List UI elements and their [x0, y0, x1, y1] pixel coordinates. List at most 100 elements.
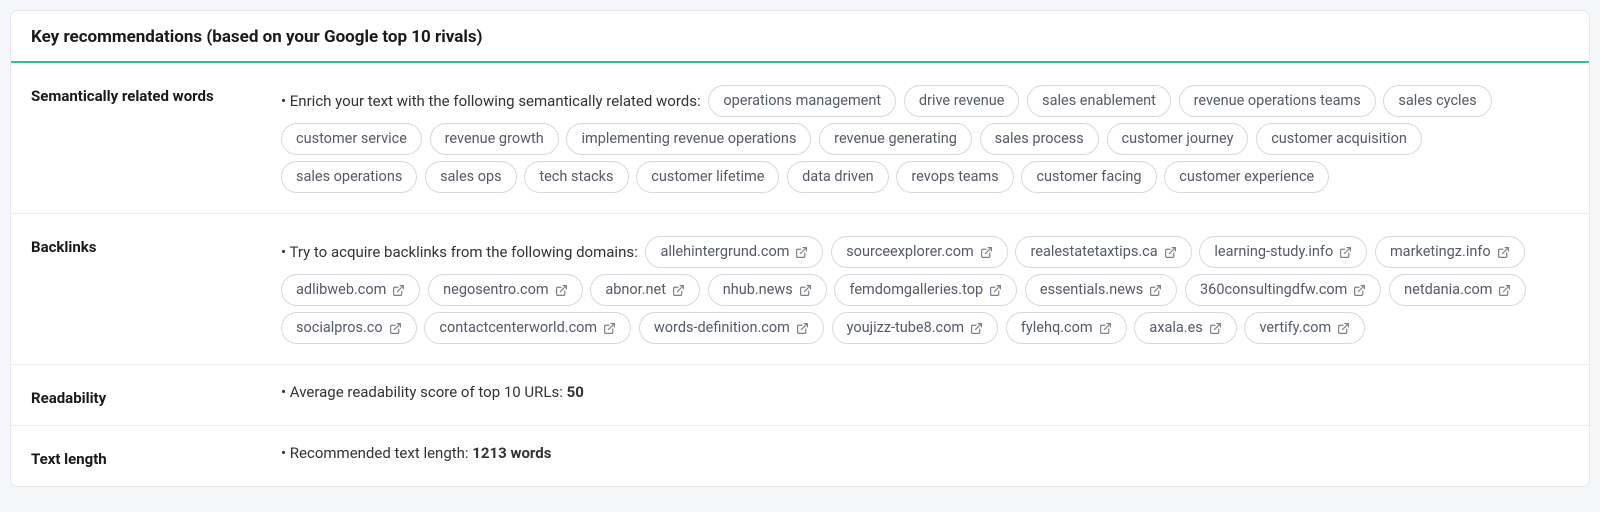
backlink-domain-pill[interactable]: fylehq.com	[1006, 312, 1127, 344]
backlink-domain-pill[interactable]: youjizz-tube8.com	[832, 312, 999, 344]
semantic-keyword-pill[interactable]: customer acquisition	[1256, 123, 1422, 155]
semantic-keyword-pill[interactable]: tech stacks	[524, 161, 628, 193]
backlink-domain-pill[interactable]: femdomgalleries.top	[834, 274, 1017, 306]
readability-prefix: • Average readability score of top 10 UR…	[281, 383, 567, 401]
backlink-domain-pill[interactable]: realestatetaxtips.ca	[1015, 236, 1191, 268]
backlink-domain-label: socialpros.co	[296, 318, 383, 338]
backlink-domain-pill[interactable]: axala.es	[1134, 312, 1236, 344]
external-link-icon	[1149, 284, 1162, 297]
backlink-domain-label: fylehq.com	[1021, 318, 1093, 338]
semantic-keyword-pill[interactable]: customer service	[281, 123, 422, 155]
semantic-keyword-pill[interactable]: revops teams	[896, 161, 1013, 193]
semantic-keyword-pill[interactable]: customer experience	[1164, 161, 1329, 193]
backlink-domain-label: negosentro.com	[443, 280, 548, 300]
section-content-backlinks: • Try to acquire backlinks from the foll…	[281, 232, 1569, 346]
backlink-domain-label: allehintergrund.com	[660, 242, 789, 262]
external-link-icon	[795, 246, 808, 259]
external-link-icon	[989, 284, 1002, 297]
backlink-domain-label: nhub.news	[723, 280, 793, 300]
backlink-domain-pill[interactable]: socialpros.co	[281, 312, 417, 344]
section-label-semantic: Semantically related words	[31, 81, 281, 195]
backlink-domain-label: abnor.net	[605, 280, 666, 300]
backlink-domain-pill[interactable]: adlibweb.com	[281, 274, 420, 306]
semantic-keyword-pill[interactable]: sales enablement	[1027, 85, 1171, 117]
card-title: Key recommendations (based on your Googl…	[31, 27, 1569, 47]
semantic-keyword-pill[interactable]: revenue growth	[430, 123, 559, 155]
backlink-domain-pill[interactable]: netdania.com	[1389, 274, 1526, 306]
semantic-keyword-pill[interactable]: implementing revenue operations	[566, 123, 811, 155]
backlink-domain-label: axala.es	[1149, 318, 1202, 338]
backlink-domain-pill[interactable]: allehintergrund.com	[645, 236, 823, 268]
backlink-domain-label: contactcenterworld.com	[439, 318, 597, 338]
backlink-domain-label: 360consultingdfw.com	[1200, 280, 1347, 300]
section-label-textlength: Text length	[31, 444, 281, 468]
backlinks-intro: • Try to acquire backlinks from the foll…	[281, 243, 638, 261]
external-link-icon	[970, 322, 983, 335]
semantic-keyword-pill[interactable]: customer journey	[1107, 123, 1249, 155]
external-link-icon	[603, 322, 616, 335]
backlink-domain-label: netdania.com	[1404, 280, 1492, 300]
backlink-domain-label: youjizz-tube8.com	[847, 318, 965, 338]
external-link-icon	[389, 322, 402, 335]
semantic-keyword-pill[interactable]: operations management	[708, 85, 896, 117]
section-label-backlinks: Backlinks	[31, 232, 281, 346]
semantic-keyword-pill[interactable]: revenue operations teams	[1179, 85, 1376, 117]
backlink-domain-label: marketingz.info	[1390, 242, 1491, 262]
external-link-icon	[392, 284, 405, 297]
semantic-keyword-pill[interactable]: revenue generating	[819, 123, 972, 155]
textlength-prefix: • Recommended text length:	[281, 444, 472, 462]
backlink-domain-label: sourceexplorer.com	[846, 242, 974, 262]
external-link-icon	[1339, 246, 1352, 259]
backlink-domain-label: adlibweb.com	[296, 280, 386, 300]
backlink-domain-pill[interactable]: negosentro.com	[428, 274, 582, 306]
backlink-domain-label: vertify.com	[1259, 318, 1331, 338]
backlink-domain-pill[interactable]: learning-study.info	[1199, 236, 1367, 268]
backlink-domain-pill[interactable]: essentials.news	[1025, 274, 1177, 306]
semantic-intro: • Enrich your text with the following se…	[281, 92, 701, 110]
backlink-domain-pill[interactable]: vertify.com	[1244, 312, 1365, 344]
external-link-icon	[799, 284, 812, 297]
backlink-domain-pill[interactable]: abnor.net	[590, 274, 700, 306]
backlink-domain-label: words-definition.com	[654, 318, 790, 338]
semantic-keyword-pill[interactable]: customer lifetime	[636, 161, 779, 193]
backlink-domain-pill[interactable]: contactcenterworld.com	[424, 312, 631, 344]
backlink-domain-pill[interactable]: nhub.news	[708, 274, 827, 306]
section-backlinks: Backlinks • Try to acquire backlinks fro…	[11, 214, 1589, 365]
semantic-keyword-pill[interactable]: drive revenue	[904, 85, 1020, 117]
external-link-icon	[1164, 246, 1177, 259]
section-content-readability: • Average readability score of top 10 UR…	[281, 383, 1569, 407]
readability-value: 50	[567, 383, 584, 401]
external-link-icon	[1337, 322, 1350, 335]
semantic-keyword-pill[interactable]: sales operations	[281, 161, 417, 193]
semantic-keyword-pill[interactable]: sales cycles	[1383, 85, 1491, 117]
backlink-domain-pill[interactable]: 360consultingdfw.com	[1185, 274, 1381, 306]
external-link-icon	[1498, 284, 1511, 297]
semantic-keyword-pill[interactable]: customer facing	[1021, 161, 1156, 193]
section-textlength: Text length • Recommended text length: 1…	[11, 426, 1589, 486]
backlink-domain-label: learning-study.info	[1214, 242, 1333, 262]
backlink-domain-label: essentials.news	[1040, 280, 1143, 300]
section-semantic: Semantically related words • Enrich your…	[11, 63, 1589, 214]
section-label-readability: Readability	[31, 383, 281, 407]
external-link-icon	[1497, 246, 1510, 259]
backlink-domain-pill[interactable]: words-definition.com	[639, 312, 824, 344]
semantic-keyword-pill[interactable]: data driven	[787, 161, 889, 193]
backlink-domain-pill[interactable]: sourceexplorer.com	[831, 236, 1008, 268]
backlink-domain-label: femdomgalleries.top	[849, 280, 983, 300]
semantic-keyword-pill[interactable]: sales ops	[425, 161, 517, 193]
section-content-textlength: • Recommended text length: 1213 words	[281, 444, 1569, 468]
external-link-icon	[1209, 322, 1222, 335]
external-link-icon	[1099, 322, 1112, 335]
textlength-value: 1213 words	[472, 444, 551, 462]
external-link-icon	[672, 284, 685, 297]
external-link-icon	[980, 246, 993, 259]
backlink-domain-label: realestatetaxtips.ca	[1030, 242, 1157, 262]
external-link-icon	[796, 322, 809, 335]
section-readability: Readability • Average readability score …	[11, 365, 1589, 426]
external-link-icon	[1353, 284, 1366, 297]
external-link-icon	[555, 284, 568, 297]
card-header: Key recommendations (based on your Googl…	[11, 11, 1589, 63]
semantic-keyword-pill[interactable]: sales process	[980, 123, 1099, 155]
recommendations-card: Key recommendations (based on your Googl…	[10, 10, 1590, 487]
backlink-domain-pill[interactable]: marketingz.info	[1375, 236, 1525, 268]
